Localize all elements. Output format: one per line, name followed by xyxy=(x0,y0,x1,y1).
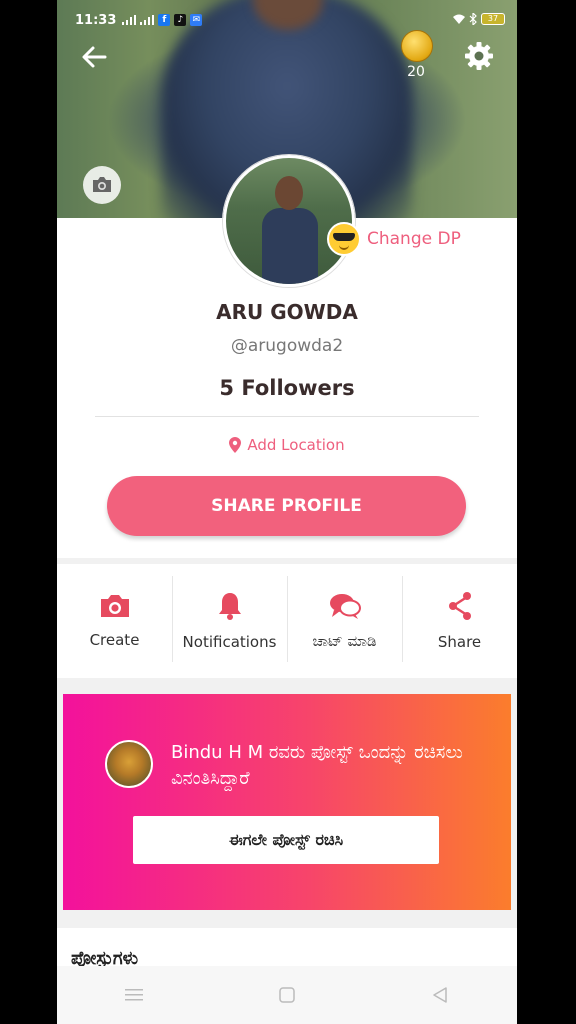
add-location-label: Add Location xyxy=(247,436,345,454)
status-icons: f ♪ ✉ xyxy=(122,14,203,26)
tiktok-icon: ♪ xyxy=(174,14,187,26)
post-request-message: Bindu H M ರವರು ಪೋಸ್ಟ್ ಒಂದನ್ನು ರಚಿಸಲು ವಿನ… xyxy=(171,742,463,789)
messenger-icon: ✉ xyxy=(190,14,203,26)
camera-icon xyxy=(100,595,129,617)
status-time: 11:33 xyxy=(75,12,117,28)
share-label: Share xyxy=(437,633,482,651)
chat-label: ಚಾಟ್ ಮಾಡಿ xyxy=(312,632,377,650)
profile-name: ARU GOWDA xyxy=(216,300,358,324)
requester-avatar[interactable] xyxy=(105,740,153,788)
camera-icon xyxy=(93,177,111,192)
signal-icon xyxy=(122,15,137,25)
bell-icon xyxy=(218,593,241,620)
avatar-body xyxy=(262,208,318,284)
location-pin-icon xyxy=(229,437,242,453)
add-location-link[interactable]: Add Location xyxy=(57,436,517,454)
home-nav-button[interactable] xyxy=(267,980,307,1010)
coin-icon[interactable] xyxy=(401,30,433,62)
create-button[interactable]: Create xyxy=(57,564,172,678)
avatar-head xyxy=(275,176,303,210)
back-arrow-icon[interactable] xyxy=(79,42,109,72)
profile-handle: @arugowda2 xyxy=(230,336,344,356)
share-profile-button[interactable]: SHARE PROFILE xyxy=(107,476,466,536)
post-request-banner: Bindu H M ರವರು ಪೋಸ್ಟ್ ಒಂದನ್ನು ರಚಿಸಲು ವಿನ… xyxy=(63,694,511,910)
square-home-icon xyxy=(279,987,295,1003)
chat-button[interactable]: ಚಾಟ್ ಮಾಡಿ xyxy=(287,564,402,678)
triangle-back-icon xyxy=(433,987,448,1003)
status-right: 37 xyxy=(453,13,505,25)
change-dp-button[interactable]: Change DP xyxy=(327,222,461,256)
avatar[interactable] xyxy=(223,155,355,287)
divider xyxy=(95,416,479,417)
gear-icon[interactable] xyxy=(463,40,495,72)
create-label: Create xyxy=(89,631,140,649)
coin-count: 20 xyxy=(407,64,425,80)
change-dp-label: Change DP xyxy=(367,229,461,249)
followers-count[interactable]: 5 Followers xyxy=(57,376,517,400)
share-button[interactable]: Share xyxy=(402,564,517,678)
sunglasses-emoji-icon xyxy=(327,222,361,256)
notifications-button[interactable]: Notifications xyxy=(172,564,287,678)
battery-icon: 37 xyxy=(481,13,505,25)
create-post-now-button[interactable]: ಈಗಲೇ ಪೋಸ್ಟ್ ರಚಿಸಿ xyxy=(133,816,439,864)
phone-screen: 11:33 f ♪ ✉ 37 20 Change DP ARU GOWDA @a… xyxy=(57,0,517,1024)
system-nav-bar xyxy=(57,966,517,1024)
action-row: Create Notifications ಚಾಟ್ ಮಾಡಿ Share xyxy=(57,564,517,678)
bluetooth-icon xyxy=(469,13,477,25)
menu-nav-button[interactable] xyxy=(114,980,154,1010)
status-bar: 11:33 f ♪ ✉ 37 xyxy=(57,0,517,40)
facebook-icon: f xyxy=(158,14,171,26)
share-icon xyxy=(448,592,471,620)
cover-camera-button[interactable] xyxy=(83,166,121,204)
back-nav-button[interactable] xyxy=(420,980,460,1010)
menu-icon xyxy=(124,989,143,1001)
chat-icon xyxy=(329,594,361,619)
notifications-label: Notifications xyxy=(182,633,277,651)
signal-icon-2 xyxy=(140,15,155,25)
wifi-icon xyxy=(453,14,465,24)
